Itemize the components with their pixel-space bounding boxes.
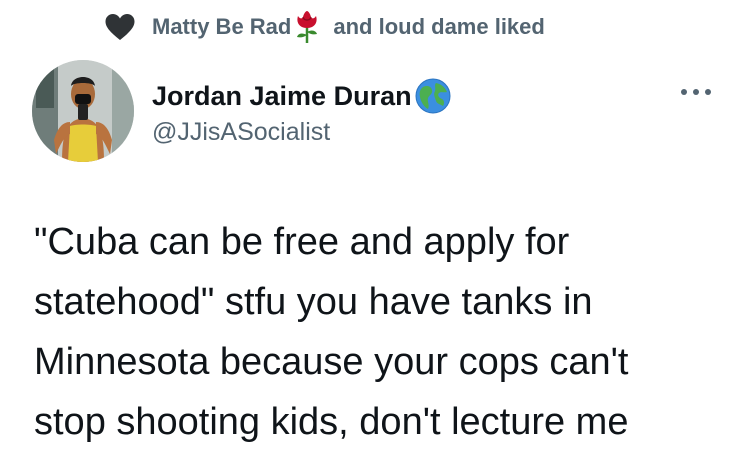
tweet-text-line: "Cuba can be free and apply for (34, 221, 570, 263)
avatar[interactable] (32, 60, 134, 162)
tweet-text-line: stop shooting kids, don't lecture me (34, 401, 629, 443)
more-icon (676, 86, 716, 98)
tweet-text-line: statehood" stfu you have tanks in (34, 281, 593, 323)
handle[interactable]: @JJisASocialist (152, 118, 452, 147)
tweet-author[interactable]: Jordan Jaime Duran @JJisASocialist (152, 78, 452, 147)
rose-icon (293, 10, 321, 44)
social-context[interactable]: Matty Be Rad and loud dame liked (104, 10, 545, 44)
liked-text[interactable]: and loud dame liked (333, 14, 544, 40)
more-options-button[interactable] (674, 80, 718, 104)
tweet-text-line: Minnesota because your cops can't (34, 341, 629, 383)
liker-name[interactable]: Matty Be Rad (152, 14, 291, 40)
display-name[interactable]: Jordan Jaime Duran (152, 81, 412, 112)
tweet-text: "Cuba can be free and apply for statehoo… (34, 212, 746, 452)
globe-icon (414, 77, 452, 115)
heart-icon (104, 11, 136, 43)
display-name-row[interactable]: Jordan Jaime Duran (152, 78, 452, 114)
